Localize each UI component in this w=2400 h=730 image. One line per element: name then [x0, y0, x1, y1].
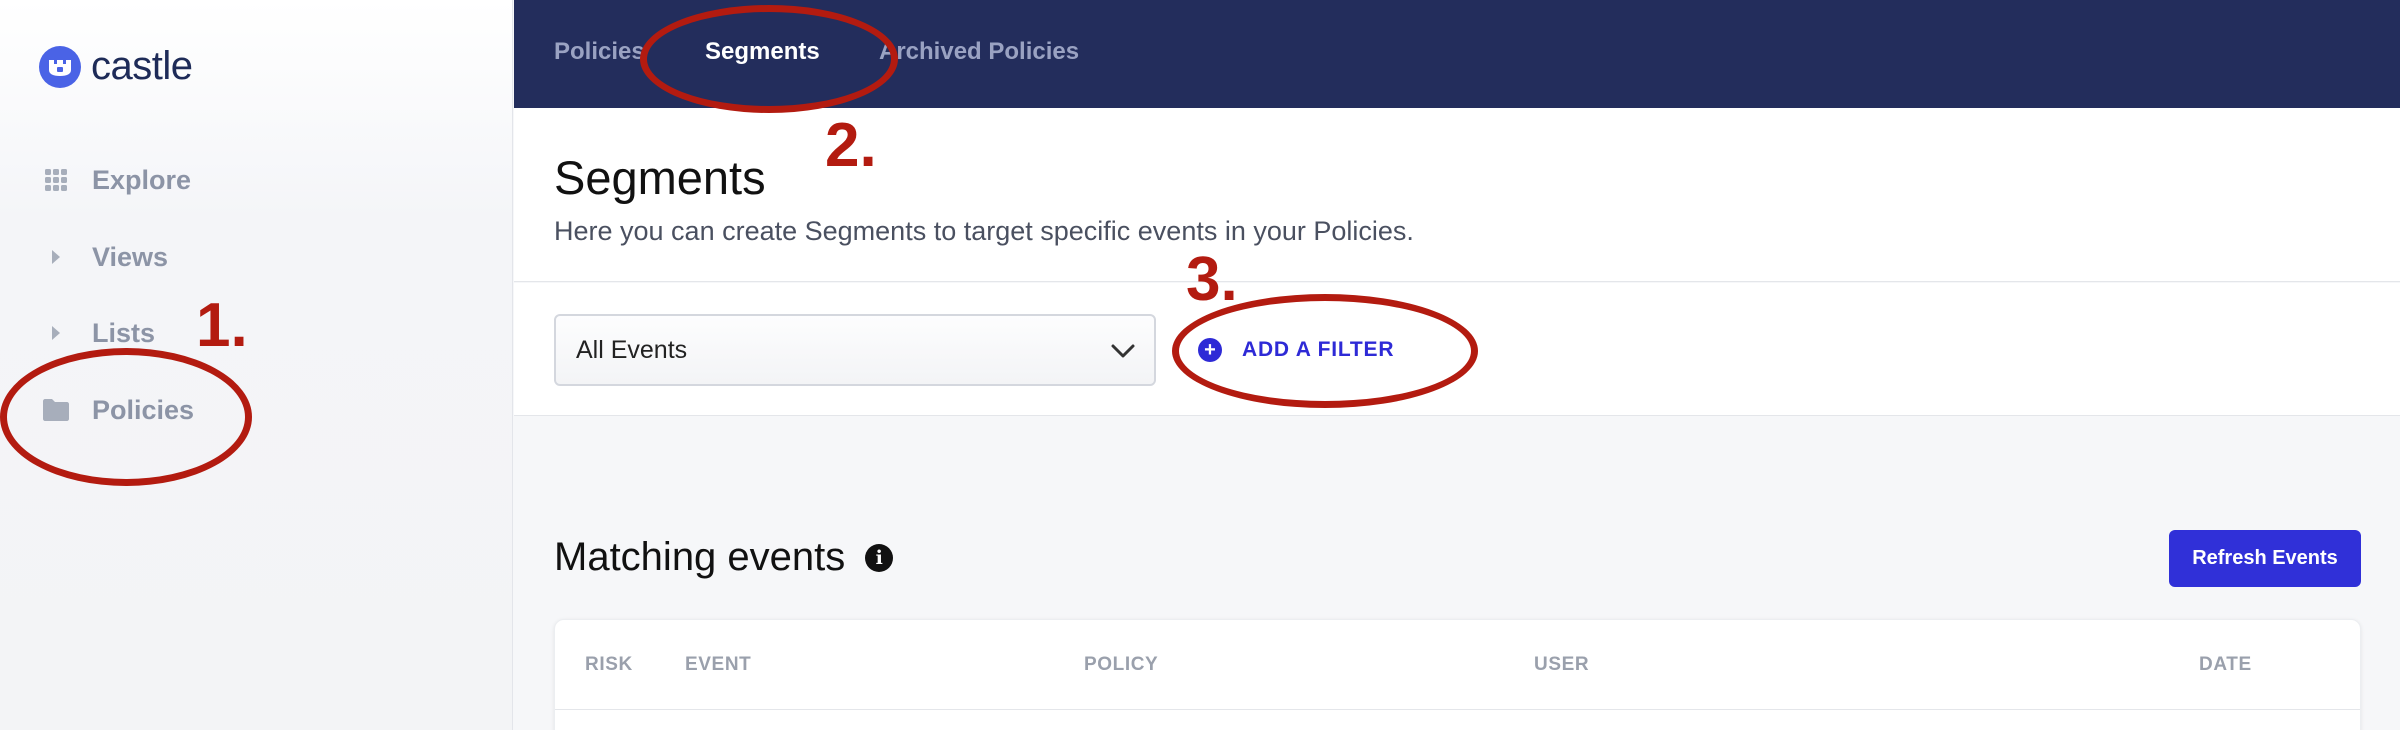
- sidebar-item-explore[interactable]: Explore: [40, 158, 191, 202]
- page-title: Segments: [554, 151, 766, 204]
- event-type-select[interactable]: All Events: [554, 314, 1156, 386]
- sidebar-item-views[interactable]: Views: [40, 235, 168, 279]
- logo[interactable]: castle: [39, 44, 193, 89]
- column-header-risk[interactable]: RISK: [585, 654, 633, 676]
- castle-logo-icon: [39, 45, 81, 88]
- page-header: Segments Here you can create Segments to…: [514, 108, 2400, 282]
- caret-right-icon: [40, 317, 72, 349]
- column-header-user[interactable]: USER: [1534, 654, 1589, 676]
- column-header-event[interactable]: EVENT: [685, 654, 751, 676]
- section-title: Matching events: [554, 535, 846, 579]
- select-value: All Events: [576, 335, 688, 364]
- annotation-circle-segments: [640, 5, 898, 113]
- chevron-down-icon: [1110, 338, 1136, 369]
- sidebar-item-label: Views: [92, 241, 169, 272]
- info-icon[interactable]: i: [865, 543, 894, 572]
- tab-policies[interactable]: Policies: [554, 38, 645, 66]
- table-header: RISK EVENT POLICY USER DATE: [555, 620, 2360, 710]
- sidebar-item-label: Lists: [92, 317, 156, 348]
- column-header-date[interactable]: DATE: [2199, 654, 2252, 676]
- page-subtitle: Here you can create Segments to target s…: [554, 216, 1414, 246]
- annotation-step-3: 3.: [1186, 245, 1238, 314]
- annotation-circle-policies: [0, 348, 252, 486]
- grid-icon: [40, 164, 72, 196]
- annotation-step-2: 2.: [825, 111, 877, 180]
- matching-events-heading: Matching events i: [554, 535, 894, 580]
- column-header-policy[interactable]: POLICY: [1084, 654, 1158, 676]
- tab-archived-policies[interactable]: Archived Policies: [879, 38, 1079, 66]
- caret-right-icon: [40, 241, 72, 273]
- annotation-step-1: 1.: [196, 291, 248, 360]
- brand-name: castle: [91, 44, 193, 88]
- sidebar-item-label: Explore: [92, 164, 192, 195]
- refresh-events-button[interactable]: Refresh Events: [2169, 530, 2361, 587]
- events-table: RISK EVENT POLICY USER DATE: [554, 619, 2361, 730]
